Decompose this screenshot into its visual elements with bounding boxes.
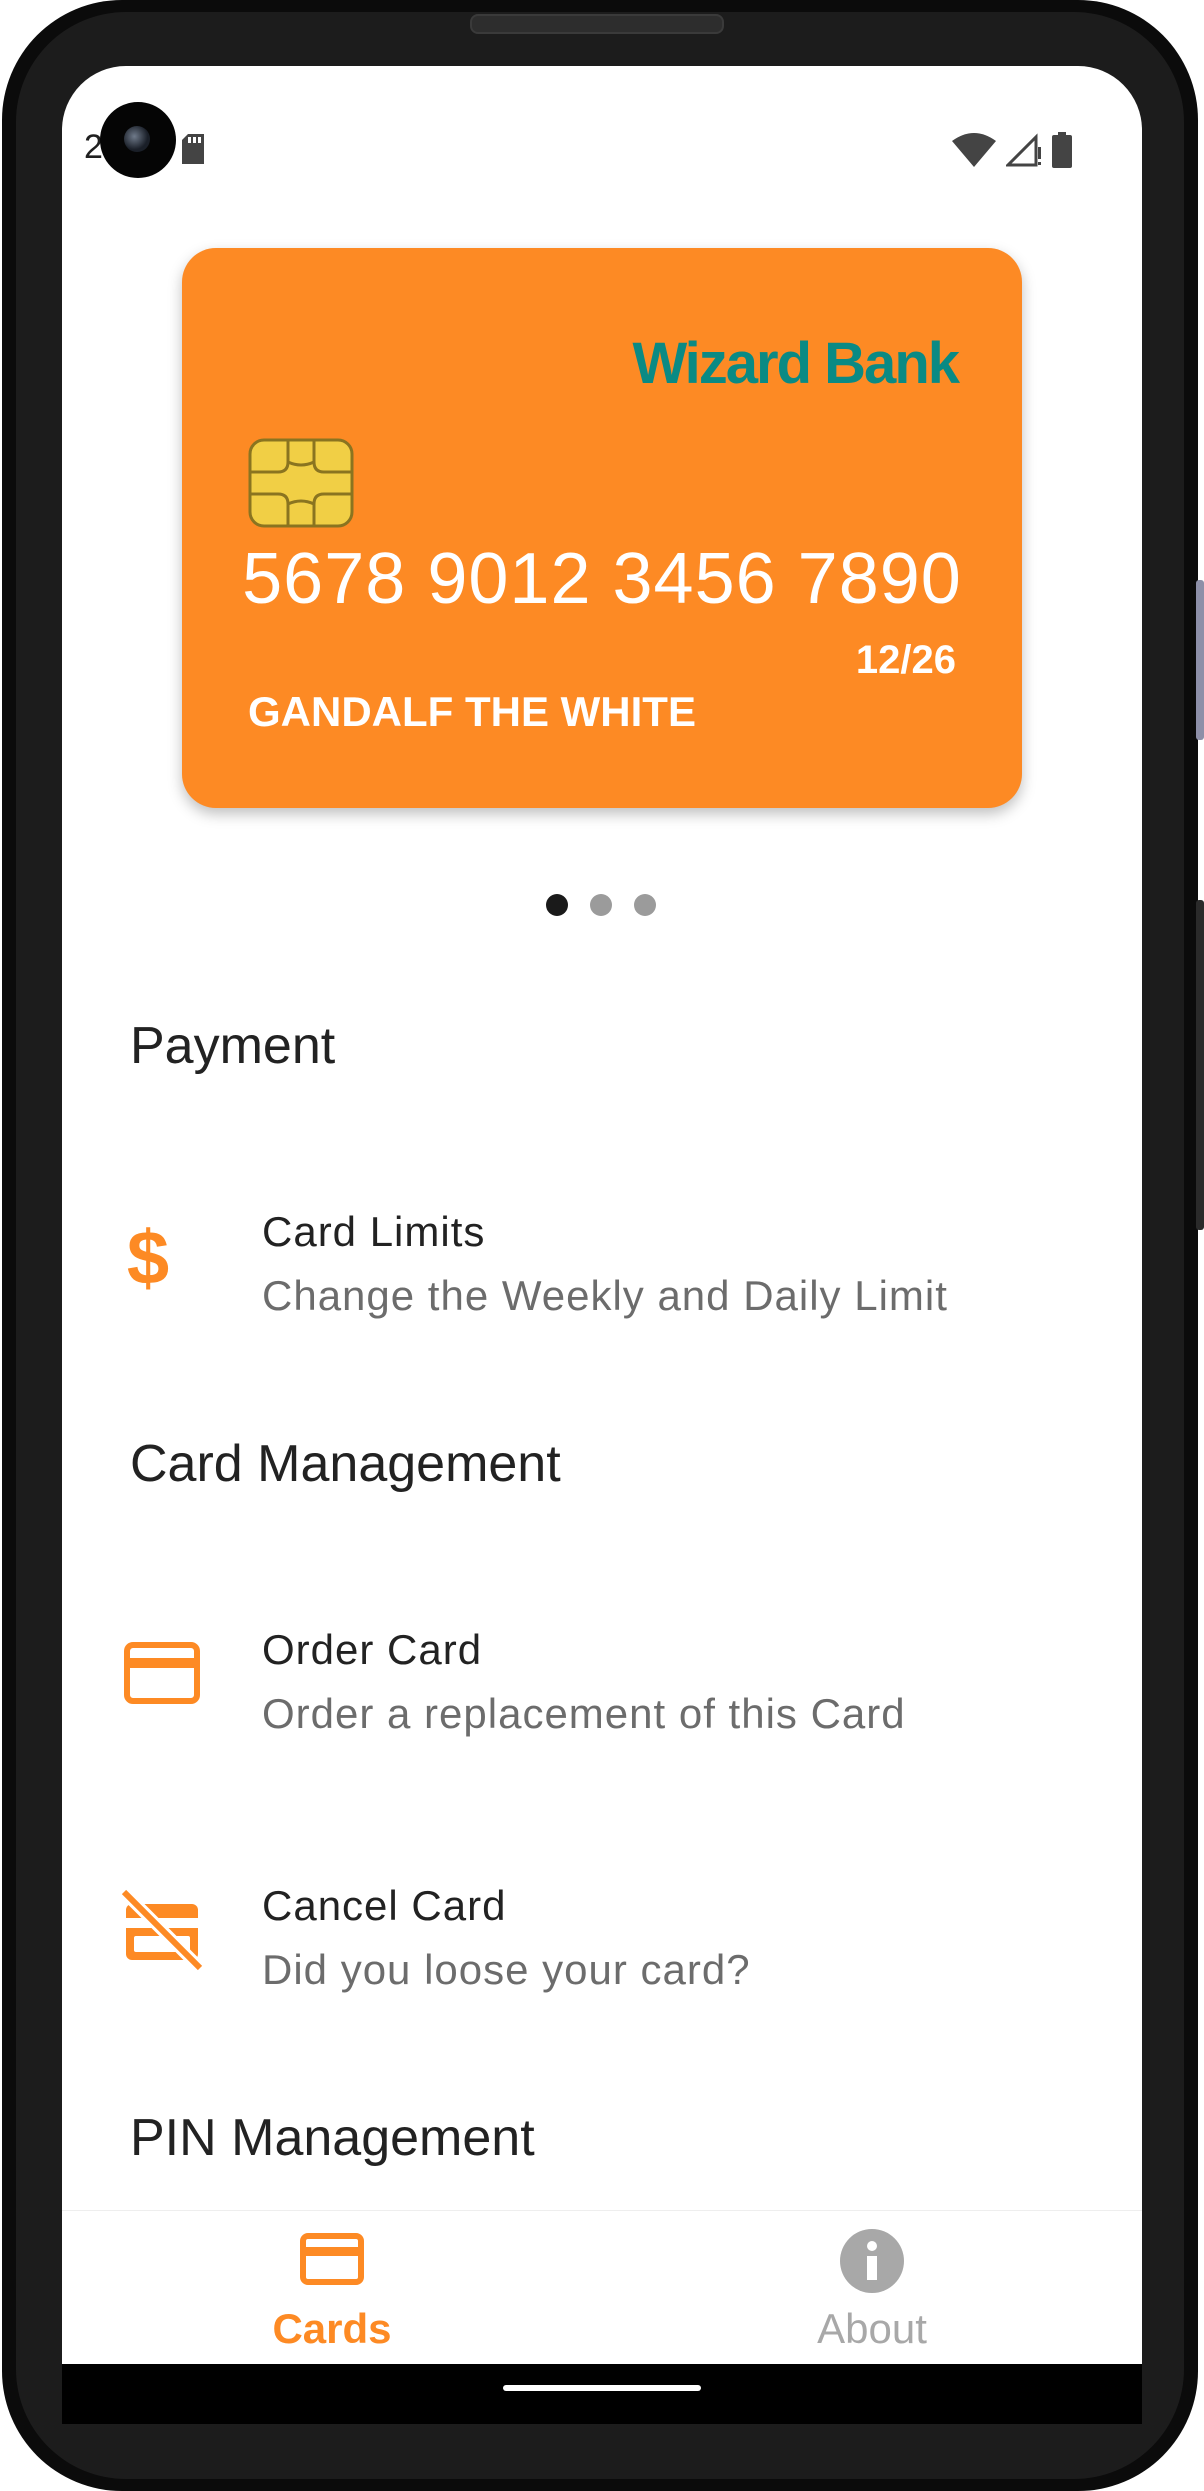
battery-icon (1052, 132, 1072, 168)
bank-name: Wizard Bank (632, 331, 960, 396)
earpiece-speaker (470, 14, 724, 34)
carousel-dot-3[interactable] (634, 894, 656, 916)
info-icon (840, 2229, 904, 2293)
volume-button (1196, 580, 1204, 740)
section-title-card-management: Card Management (130, 1435, 561, 1493)
list-item-cancel-card[interactable]: Cancel Card Did you loose your card? (62, 1870, 1142, 2020)
status-icons (952, 132, 1072, 168)
item-subtitle: Change the Weekly and Daily Limit (262, 1272, 948, 1319)
credit-card[interactable]: Wizard Bank 5678 9012 3456 7890 12/26 GA… (182, 248, 1022, 808)
navigation-gesture-area (62, 2364, 1142, 2424)
credit-card-off-icon (120, 1888, 204, 1972)
app-screen: 2 Wizard Bank 5678 9012 3456 7890 12/26 … (62, 66, 1142, 2364)
nav-label: Cards (272, 2305, 392, 2352)
item-title: Cancel Card (262, 1882, 507, 1929)
phone-frame: 2 Wizard Bank 5678 9012 3456 7890 12/26 … (0, 0, 1204, 2491)
carousel-dot-2[interactable] (590, 894, 612, 916)
list-item-card-limits[interactable]: $ Card Limits Change the Weekly and Dail… (62, 1196, 1142, 1346)
carousel-indicator[interactable] (546, 894, 656, 916)
nav-tab-about[interactable]: About (602, 2211, 1142, 2364)
nav-tab-cards[interactable]: Cards (62, 2211, 602, 2364)
card-chip-icon (248, 438, 354, 528)
svg-text:$: $ (127, 1218, 169, 1298)
front-camera (100, 102, 176, 178)
nav-label: About (817, 2305, 927, 2352)
dollar-icon: $ (127, 1218, 169, 1298)
item-title: Card Limits (262, 1208, 486, 1255)
power-button (1196, 900, 1204, 1230)
bottom-navigation: Cards About (62, 2210, 1142, 2364)
signal-icon (1006, 133, 1041, 167)
credit-card-icon (300, 2233, 364, 2285)
wifi-icon (952, 133, 996, 167)
sd-card-icon (182, 134, 204, 164)
section-title-payment: Payment (130, 1017, 336, 1075)
card-expiry: 12/26 (855, 638, 956, 682)
card-number: 5678 9012 3456 7890 (242, 539, 962, 619)
home-indicator[interactable] (503, 2385, 701, 2391)
carousel-dot-1[interactable] (546, 894, 568, 916)
section-title-pin-management: PIN Management (130, 2109, 535, 2167)
item-subtitle: Order a replacement of this Card (262, 1690, 906, 1737)
list-item-order-card[interactable]: Order Card Order a replacement of this C… (62, 1614, 1142, 1764)
card-holder-name: GANDALF THE WHITE (248, 688, 696, 735)
item-subtitle: Did you loose your card? (262, 1946, 751, 1993)
credit-card-icon (124, 1642, 200, 1704)
item-title: Order Card (262, 1626, 483, 1673)
